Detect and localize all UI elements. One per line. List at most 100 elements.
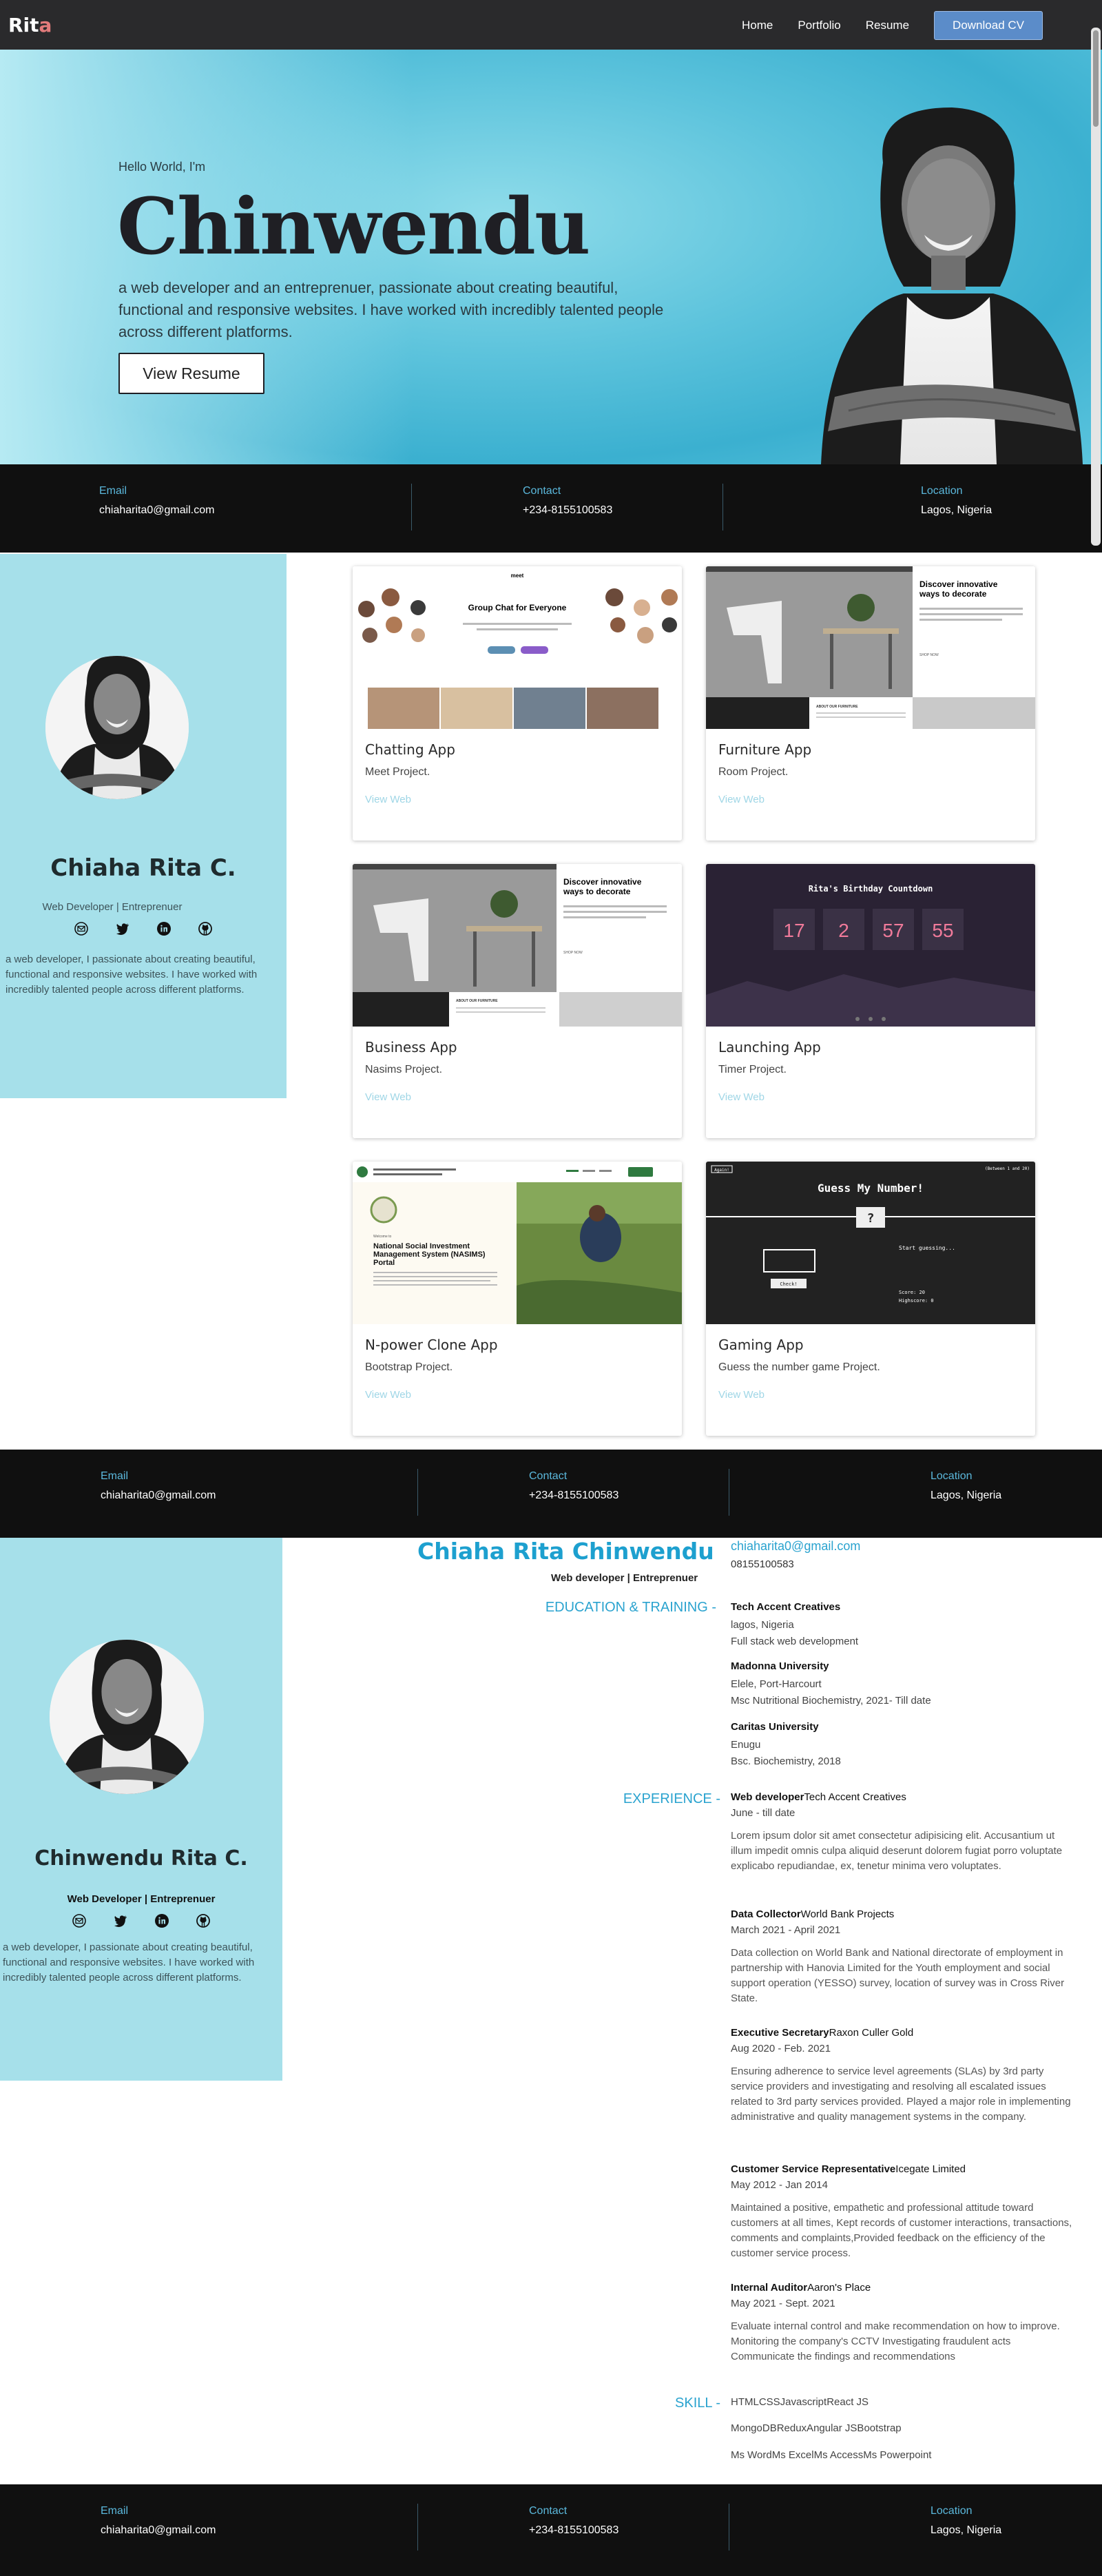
resume-role: Web developer | Entreprenuer <box>551 1572 698 1584</box>
project-subtitle: Room Project. <box>718 766 789 778</box>
twitter-icon[interactable] <box>116 922 129 936</box>
project-title: Gaming App <box>718 1337 804 1353</box>
logo-text: Rit <box>8 13 39 37</box>
hero-description: a web developer and an entreprenuer, pas… <box>118 279 664 340</box>
email-value[interactable]: chiaharita0@gmail.com <box>101 1490 216 1502</box>
email-icon[interactable] <box>74 922 88 936</box>
project-card-chatting[interactable]: meet Group Chat for Everyone Chatting Ap… <box>353 566 682 841</box>
project-screenshot: meet Group Chat for Everyone <box>353 566 682 729</box>
shot-headline: Discover innovative ways to decorate <box>563 877 642 896</box>
job-dates: May 2021 - Sept. 2021 <box>731 2298 835 2309</box>
svg-text:17: 17 <box>783 920 804 941</box>
view-web-link[interactable]: View Web <box>718 1091 765 1103</box>
view-resume-button[interactable]: View Resume <box>118 353 264 394</box>
shot-brand: meet <box>511 573 524 579</box>
hero-name: Chinwendu <box>117 182 590 272</box>
education-org: Tech Accent Creatives <box>731 1601 841 1613</box>
job-title: Executive Secretary <box>731 2027 829 2039</box>
scrollbar[interactable] <box>1091 28 1101 546</box>
job-dates: June - till date <box>731 1807 796 1819</box>
project-card-gaming[interactable]: Again! (Between 1 and 20) Guess My Numbe… <box>706 1162 1035 1436</box>
email-icon[interactable] <box>72 1914 86 1928</box>
email-value[interactable]: chiaharita0@gmail.com <box>101 2524 216 2537</box>
education-line: Bsc. Biochemistry, 2018 <box>731 1755 841 1767</box>
project-screenshot: Discover innovative ways to decorate SHOP… <box>706 566 1035 729</box>
project-title: Launching App <box>718 1039 821 1055</box>
skill-line: MongoDBReduxAngular JSBootstrap <box>731 2422 902 2434</box>
linkedin-icon[interactable] <box>157 922 171 936</box>
experience-item: Web developerTech Accent Creatives June … <box>731 1791 1075 1874</box>
resume-profile-description: a web developer, I passionate about crea… <box>3 1941 255 1983</box>
job-title: Internal Auditor <box>731 2282 808 2294</box>
project-subtitle: Nasims Project. <box>365 1064 443 1075</box>
education-line: Enugu <box>731 1739 761 1751</box>
portfolio-profile-role: Web Developer | Entreprenuer <box>42 901 183 913</box>
project-title: Business App <box>365 1039 457 1055</box>
job-company: Aaron's Place <box>807 2282 871 2294</box>
view-web-link[interactable]: View Web <box>718 794 765 805</box>
job-title: Customer Service Representative <box>731 2163 896 2175</box>
contact-strip-middle: Email chiaharita0@gmail.com Contact +234-8… <box>0 1450 1102 1538</box>
shot-headline: Discover innovative ways to decorate <box>919 579 998 599</box>
svg-text:(Between 1 and 20): (Between 1 and 20) <box>985 1166 1030 1171</box>
svg-text:Score: 20: Score: 20 <box>899 1290 925 1295</box>
education-line: Msc Nutritional Biochemistry, 2021- Till… <box>731 1695 931 1707</box>
nav-home-link[interactable]: Home <box>742 19 773 32</box>
view-web-link[interactable]: View Web <box>365 1091 411 1103</box>
email-value[interactable]: chiaharita0@gmail.com <box>99 504 214 517</box>
scrollbar-thumb[interactable] <box>1093 30 1099 127</box>
divider <box>722 484 723 530</box>
project-card-business[interactable]: Discover innovative ways to decorate SHOP… <box>353 864 682 1138</box>
phone-value[interactable]: +234-8155100583 <box>523 504 612 517</box>
location-label: Location <box>931 2505 973 2517</box>
view-web-link[interactable]: View Web <box>365 794 411 805</box>
download-cv-button[interactable]: Download CV <box>934 11 1043 40</box>
education-org: Madonna University <box>731 1660 829 1672</box>
experience-item: Data CollectorWorld Bank Projects March … <box>731 1908 1075 2006</box>
project-card-launching[interactable]: Rita's Birthday Countdown 17 2 57 55 Lau… <box>706 864 1035 1138</box>
project-subtitle: Bootstrap Project. <box>365 1361 453 1373</box>
twitter-icon[interactable] <box>114 1914 127 1928</box>
job-description: Lorem ipsum dolor sit amet consectetur a… <box>731 1830 1063 1872</box>
logo[interactable]: Rita <box>8 14 52 37</box>
education-org: Caritas University <box>731 1721 819 1733</box>
experience-item: Internal AuditorAaron's Place May 2021 -… <box>731 2282 1075 2364</box>
view-web-link[interactable]: View Web <box>718 1389 765 1401</box>
svg-text:SHOP NOW: SHOP NOW <box>563 951 583 955</box>
svg-text:?: ? <box>867 1211 875 1226</box>
skill-line: Ms WordMs ExcelMs AccessMs Powerpoint <box>731 2449 932 2461</box>
job-company: Tech Accent Creatives <box>804 1791 906 1803</box>
project-subtitle: Timer Project. <box>718 1064 787 1075</box>
project-screenshot: Discover innovative ways to decorate SHOP… <box>353 864 682 1027</box>
contact-label: Contact <box>523 485 561 497</box>
svg-text:2: 2 <box>838 920 849 941</box>
education-line: lagos, Nigeria <box>731 1619 794 1631</box>
svg-text:Again!: Again! <box>714 1168 729 1173</box>
location-label: Location <box>931 1470 973 1482</box>
location-value: Lagos, Nigeria <box>921 504 992 516</box>
linkedin-icon[interactable] <box>155 1914 169 1928</box>
portfolio-profile-card <box>0 554 287 1098</box>
shot-headline: Group Chat for Everyone <box>468 603 567 612</box>
contact-label: Contact <box>529 2505 568 2517</box>
project-card-npower[interactable]: Welcome to National Social Investment Man… <box>353 1162 682 1436</box>
phone-value[interactable]: +234-8155100583 <box>529 1490 618 1502</box>
nav-resume-link[interactable]: Resume <box>866 19 909 32</box>
nav-portfolio-link[interactable]: Portfolio <box>798 19 840 32</box>
job-title: Web developer <box>731 1791 804 1803</box>
location-value: Lagos, Nigeria <box>931 2524 1002 2536</box>
hero-greeting: Hello World, I'm <box>118 160 206 174</box>
job-description: Ensuring adherence to service level agre… <box>731 2065 1071 2123</box>
experience-heading: EXPERIENCE - <box>623 1791 720 1806</box>
svg-text:ABOUT OUR FURNITURE: ABOUT OUR FURNITURE <box>456 999 498 1003</box>
project-title: N-power Clone App <box>365 1337 498 1353</box>
location-label: Location <box>921 485 963 497</box>
email-label: Email <box>101 1470 129 1482</box>
resume-email[interactable]: chiaharita0@gmail.com <box>731 1539 860 1554</box>
github-icon[interactable] <box>196 1914 210 1928</box>
github-icon[interactable] <box>198 922 212 936</box>
profile-avatar <box>50 1640 204 1794</box>
view-web-link[interactable]: View Web <box>365 1389 411 1401</box>
phone-value[interactable]: +234-8155100583 <box>529 2524 618 2537</box>
project-card-furniture[interactable]: Discover innovative ways to decorate SHOP… <box>706 566 1035 841</box>
